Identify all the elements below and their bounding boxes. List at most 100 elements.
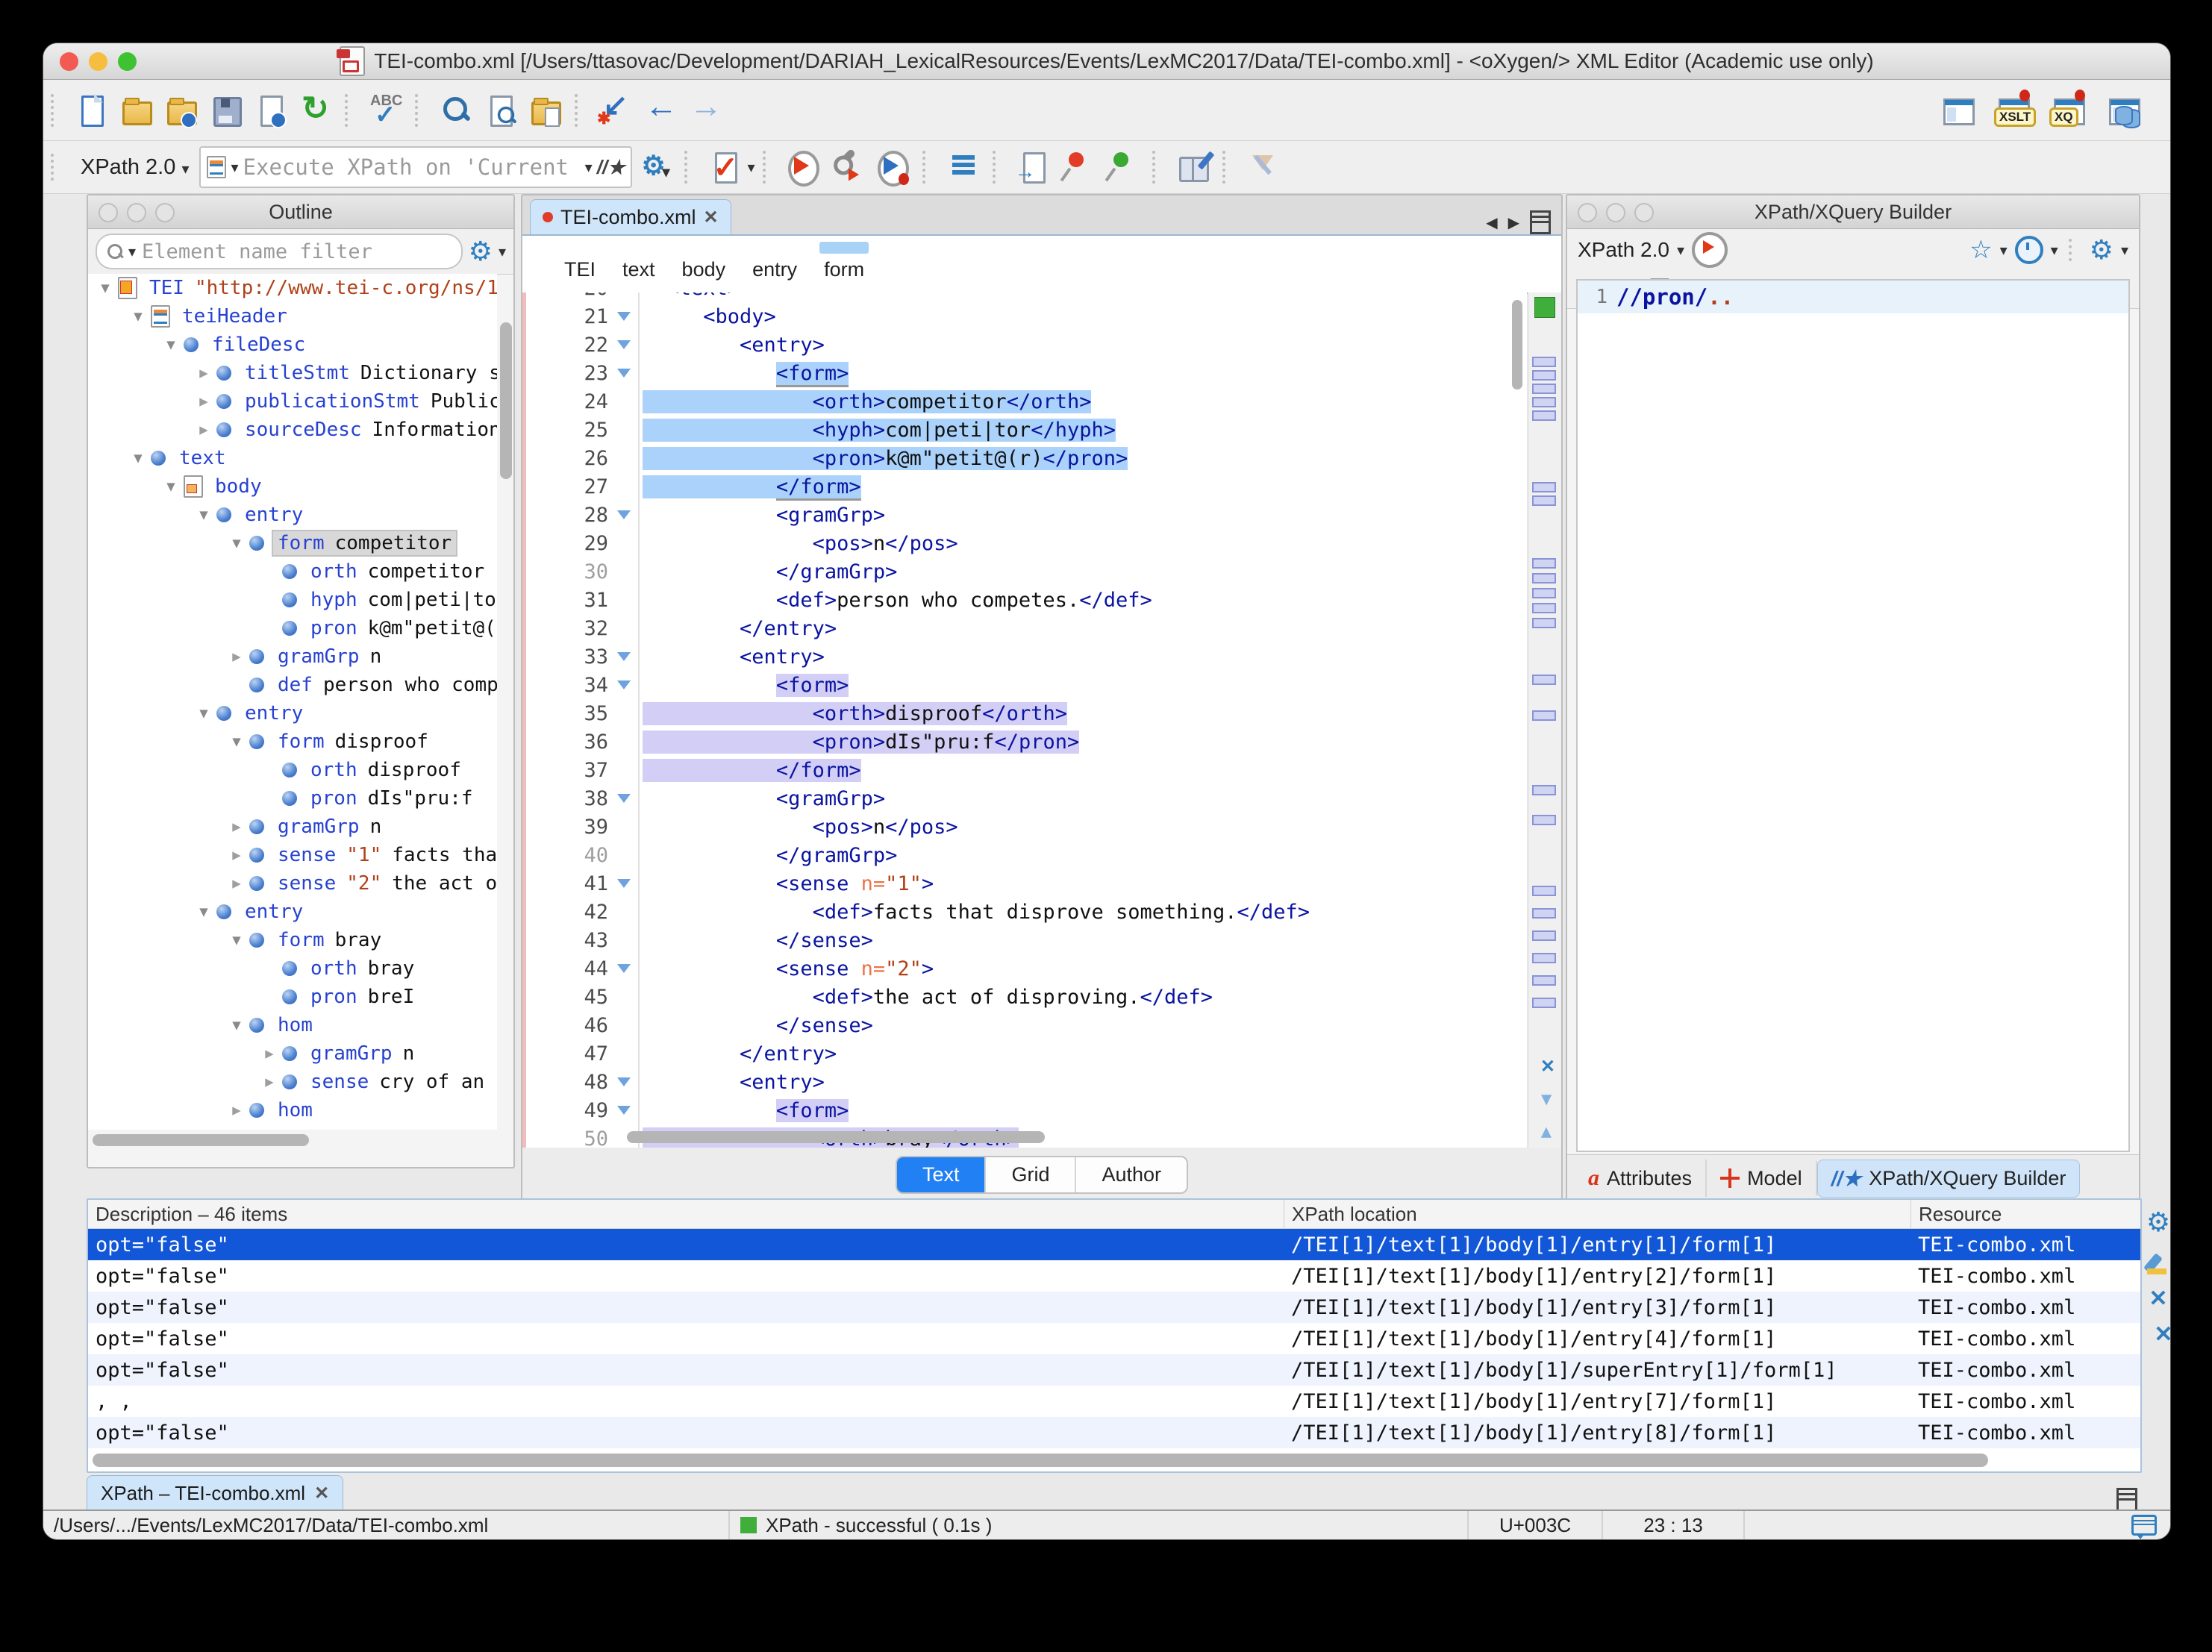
collapse-toggle[interactable]: ▼ xyxy=(191,705,216,722)
outline-item-orth[interactable]: orth competitor xyxy=(88,557,497,586)
expand-toggle[interactable]: ▶ xyxy=(191,393,216,410)
pin-red-icon[interactable] xyxy=(1060,149,1096,185)
outline-item-gramGrp[interactable]: ▶ gramGrp n xyxy=(88,642,497,671)
outline-header[interactable]: Outline xyxy=(88,195,513,229)
chevron-down-icon[interactable]: ▾ xyxy=(128,243,136,261)
code-line-37[interactable]: 37 </form> xyxy=(522,757,1527,785)
outline-item-entry[interactable]: ▼ entry xyxy=(88,699,497,728)
code-line-25[interactable]: 25 <hyph>com|peti|tor</hyph> xyxy=(522,416,1527,445)
tab-tei-combo[interactable]: TEI-combo.xml ✕ xyxy=(530,199,731,234)
view-author[interactable]: Author xyxy=(1076,1157,1187,1192)
code-line-41[interactable]: 41 <sense n="1"> xyxy=(522,870,1527,898)
occurrence-mark[interactable] xyxy=(1532,573,1556,583)
outline-item-hom[interactable]: ▼ hom xyxy=(88,1011,497,1039)
occurrence-mark[interactable] xyxy=(1532,482,1556,492)
collapse-toggle[interactable]: ▼ xyxy=(125,450,151,466)
editor-layout-icon[interactable] xyxy=(1939,93,1975,128)
results-settings-icon[interactable]: ⚙ xyxy=(2146,1206,2170,1239)
breadcrumb-body[interactable]: body xyxy=(682,248,726,281)
panel-buttons[interactable] xyxy=(99,203,175,222)
outline-settings-icon[interactable]: ⚙ xyxy=(469,235,493,268)
outline-item-body[interactable]: ▼ body xyxy=(88,472,497,501)
tab-model[interactable]: Model xyxy=(1707,1160,1817,1196)
collapse-toggle[interactable]: ▼ xyxy=(191,507,216,523)
find-in-files-icon[interactable] xyxy=(482,93,518,128)
code-line-47[interactable]: 47 </entry> xyxy=(522,1040,1527,1069)
column-xpath-location[interactable]: XPath location xyxy=(1284,1200,1910,1228)
fold-toggle[interactable] xyxy=(613,292,640,303)
outline-item-sourceDesc[interactable]: ▶ sourceDesc Information xyxy=(88,416,497,444)
outline-item-form[interactable]: ▼ form bray xyxy=(88,926,497,954)
builder-header[interactable]: XPath/XQuery Builder xyxy=(1567,195,2139,229)
collapse-toggle[interactable]: ▼ xyxy=(93,280,118,296)
outline-item-sense[interactable]: ▶ sense cry of an as xyxy=(88,1068,497,1096)
outline-item-entry[interactable]: ▼ entry xyxy=(88,501,497,529)
occurrence-mark[interactable] xyxy=(1532,815,1556,825)
outline-item-gramGrp[interactable]: ▶ gramGrp n xyxy=(88,813,497,841)
fold-toggle[interactable] xyxy=(613,331,640,360)
code-line-48[interactable]: 48 <entry> xyxy=(522,1069,1527,1097)
occurrence-mark[interactable] xyxy=(1532,785,1556,795)
outline-horizontal-scrollbar[interactable] xyxy=(93,1134,309,1146)
outline-item-orth[interactable]: orth bray xyxy=(88,954,497,983)
tab-xpath-builder[interactable]: //★ XPath/XQuery Builder xyxy=(1816,1159,2081,1198)
outline-item-sense[interactable]: ▶ sense "2" the act of xyxy=(88,869,497,898)
fold-toggle[interactable] xyxy=(613,501,640,530)
fold-toggle[interactable] xyxy=(613,303,640,331)
chevron-down-icon[interactable]: ▾ xyxy=(585,158,593,177)
collapse-toggle[interactable]: ▼ xyxy=(191,904,216,920)
expand-toggle[interactable]: ▶ xyxy=(257,1074,282,1090)
chevron-down-icon[interactable]: ▾ xyxy=(1677,241,1684,260)
occurrence-mark[interactable] xyxy=(1532,588,1556,598)
xpath-version-select[interactable]: XPath 2.0 ▾ xyxy=(81,155,189,180)
xpath-input[interactable]: ▾ Execute XPath on 'Current File' ▾ //★ xyxy=(199,146,633,188)
open-file-icon[interactable] xyxy=(118,93,154,128)
validate-menu-chevron[interactable]: ▾ xyxy=(747,158,754,177)
code-line-27[interactable]: 27 </form> xyxy=(522,473,1527,501)
expand-toggle[interactable]: ▶ xyxy=(224,648,249,665)
outline-item-publicationStmt[interactable]: ▶ publicationStmt Publica xyxy=(88,387,497,416)
outline-item-form[interactable]: ▼ form disproof xyxy=(88,728,497,756)
collapse-toggle[interactable]: ▼ xyxy=(224,733,249,750)
result-row[interactable]: opt="false" /TEI[1]/text[1]/body[1]/super… xyxy=(88,1354,2140,1386)
column-resource[interactable]: Resource xyxy=(1910,1200,2140,1228)
outline-item-teiHeader[interactable]: ▼ teiHeader xyxy=(88,302,497,331)
comments-icon[interactable] xyxy=(2131,1515,2157,1539)
expand-toggle[interactable]: ▶ xyxy=(191,365,216,381)
code-line-43[interactable]: 43 </sense> xyxy=(522,927,1527,955)
result-row[interactable]: opt="false" /TEI[1]/text[1]/body[1]/entry… xyxy=(88,1417,2140,1448)
find-resource-icon[interactable] xyxy=(527,93,563,128)
column-description[interactable]: Description – 46 items xyxy=(88,1200,1284,1228)
review-author-icon[interactable] xyxy=(1175,149,1214,185)
fold-toggle[interactable] xyxy=(613,785,640,813)
occurrence-mark[interactable] xyxy=(1532,603,1556,613)
last-modification-icon[interactable]: ↙ ✱ xyxy=(597,89,633,128)
outline-item-form[interactable]: ▼ form competitor xyxy=(88,529,497,557)
outline-item-pron[interactable]: pron dIs"pru:f xyxy=(88,784,497,813)
code-line-42[interactable]: 42 <def>facts that disprove something.</… xyxy=(522,898,1527,927)
fold-toggle[interactable] xyxy=(613,672,640,700)
chevron-down-icon[interactable]: ▾ xyxy=(2000,241,2008,260)
collapse-toggle[interactable]: ▼ xyxy=(158,478,184,495)
xpath-query-editor[interactable]: 1 //pron/ .. xyxy=(1576,279,2130,1152)
breadcrumb-entry[interactable]: entry xyxy=(752,248,797,281)
outline-item-entry[interactable]: ▼ entry xyxy=(88,898,497,926)
occurrence-mark[interactable] xyxy=(1532,357,1556,367)
panel-buttons[interactable] xyxy=(1578,203,1654,222)
code-line-46[interactable]: 46 </sense> xyxy=(522,1012,1527,1040)
occurrence-mark[interactable] xyxy=(1532,953,1556,963)
outline-item-orth[interactable]: orth disproof xyxy=(88,756,497,784)
occurrence-mark[interactable] xyxy=(1532,558,1556,569)
remove-all-results-icon[interactable]: ✕ xyxy=(2154,1324,2170,1346)
tab-list-icon[interactable] xyxy=(1530,210,1551,234)
chevron-down-icon[interactable]: ▾ xyxy=(499,243,506,261)
fold-toggle[interactable] xyxy=(613,870,640,898)
fold-toggle[interactable] xyxy=(613,1097,640,1125)
prev-tab-icon[interactable]: ◀ xyxy=(1486,213,1497,232)
code-line-40[interactable]: 40 </gramGrp> xyxy=(522,842,1527,870)
next-mark-icon[interactable]: ▼ xyxy=(1537,1091,1555,1109)
expand-toggle[interactable]: ▶ xyxy=(257,1045,282,1062)
outline-item-def[interactable]: def person who compe xyxy=(88,671,497,699)
minimize-window-button[interactable] xyxy=(89,51,107,71)
code-line-44[interactable]: 44 <sense n="2"> xyxy=(522,955,1527,983)
